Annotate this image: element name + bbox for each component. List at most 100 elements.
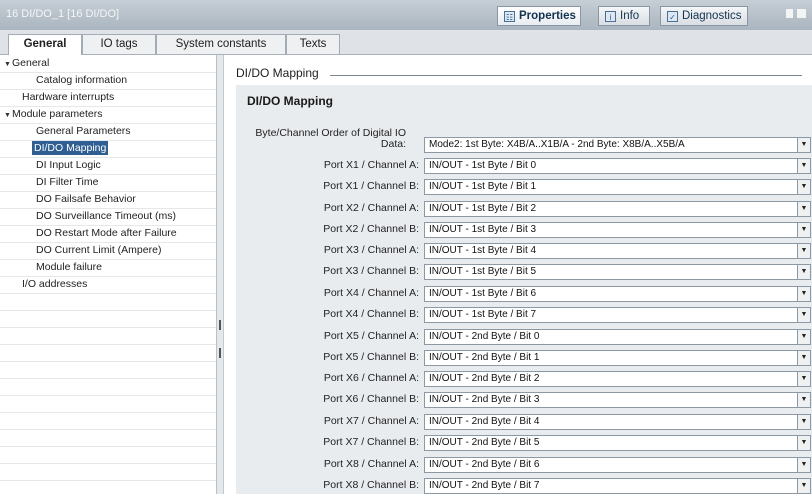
- port-x4-a-select[interactable]: IN/OUT - 1st Byte / Bit 6 ▼: [424, 286, 811, 302]
- port-label: Port X2 / Channel B:: [323, 223, 419, 235]
- chevron-down-icon[interactable]: ▼: [797, 479, 810, 493]
- port-value: IN/OUT - 1st Byte / Bit 2: [429, 203, 537, 214]
- nav-item-module-failure[interactable]: Module failure: [34, 260, 104, 274]
- port-x1-a-select[interactable]: IN/OUT - 1st Byte / Bit 0 ▼: [424, 158, 811, 174]
- port-x2-b-select[interactable]: IN/OUT - 1st Byte / Bit 3 ▼: [424, 222, 811, 238]
- port-x8-b-select[interactable]: IN/OUT - 2nd Byte / Bit 7 ▼: [424, 478, 811, 494]
- port-x1-b-select[interactable]: IN/OUT - 1st Byte / Bit 1 ▼: [424, 179, 811, 195]
- navigation-tree: ▼General Catalog information Hardware in…: [0, 55, 217, 494]
- port-label: Port X4 / Channel A:: [323, 287, 419, 299]
- panel-title: DI/DO Mapping: [247, 94, 333, 108]
- tab-io-tags[interactable]: IO tags: [82, 34, 156, 54]
- info-tab[interactable]: i Info: [598, 6, 650, 26]
- port-value: IN/OUT - 2nd Byte / Bit 0: [429, 331, 540, 342]
- expand-arrow-icon[interactable]: ▼: [4, 58, 12, 72]
- port-label: Port X8 / Channel B:: [323, 479, 419, 491]
- chevron-down-icon[interactable]: ▼: [797, 265, 810, 279]
- port-x3-b-select[interactable]: IN/OUT - 1st Byte / Bit 5 ▼: [424, 264, 811, 280]
- port-label: Port X6 / Channel A:: [323, 372, 419, 384]
- port-label: Port X1 / Channel B:: [323, 180, 419, 192]
- port-label: Port X3 / Channel A:: [323, 244, 419, 256]
- port-label: Port X7 / Channel B:: [323, 436, 419, 448]
- chevron-down-icon[interactable]: ▼: [797, 415, 810, 429]
- tab-system-constants[interactable]: System constants: [156, 34, 286, 54]
- port-value: IN/OUT - 1st Byte / Bit 5: [429, 266, 537, 277]
- chevron-down-icon[interactable]: ▼: [797, 458, 810, 472]
- port-label: Port X2 / Channel A:: [323, 202, 419, 214]
- chevron-down-icon[interactable]: ▼: [797, 180, 810, 194]
- nav-item-io-addresses[interactable]: I/O addresses: [20, 277, 89, 291]
- byte-order-value: Mode2: 1st Byte: X4B/A..X1B/A - 2nd Byte…: [429, 139, 685, 150]
- chevron-down-icon[interactable]: ▼: [797, 393, 810, 407]
- nav-row: [0, 174, 216, 192]
- port-x8-a-select[interactable]: IN/OUT - 2nd Byte / Bit 6 ▼: [424, 457, 811, 473]
- nav-item-di-filter-time[interactable]: DI Filter Time: [34, 175, 100, 189]
- tab-texts[interactable]: Texts: [286, 34, 340, 54]
- chevron-down-icon[interactable]: ▼: [797, 436, 810, 450]
- chevron-down-icon[interactable]: ▼: [797, 372, 810, 386]
- port-x5-a-select[interactable]: IN/OUT - 2nd Byte / Bit 0 ▼: [424, 329, 811, 345]
- port-x6-b-select[interactable]: IN/OUT - 2nd Byte / Bit 3 ▼: [424, 392, 811, 408]
- port-label: Port X5 / Channel A:: [323, 330, 419, 342]
- tab-general[interactable]: General: [8, 34, 82, 55]
- port-x6-a-select[interactable]: IN/OUT - 2nd Byte / Bit 2 ▼: [424, 371, 811, 387]
- chevron-down-icon[interactable]: ▼: [797, 202, 810, 216]
- nav-item-do-surveillance-timeout[interactable]: DO Surveillance Timeout (ms): [34, 209, 178, 223]
- port-x2-a-select[interactable]: IN/OUT - 1st Byte / Bit 2 ▼: [424, 201, 811, 217]
- splitter-grip-icon[interactable]: [219, 320, 221, 330]
- nav-row: [0, 395, 216, 413]
- nav-item-di-input-logic[interactable]: DI Input Logic: [34, 158, 103, 172]
- chevron-down-icon[interactable]: ▼: [797, 159, 810, 173]
- nav-item-do-restart-mode[interactable]: DO Restart Mode after Failure: [34, 226, 179, 240]
- port-x3-a-select[interactable]: IN/OUT - 1st Byte / Bit 4 ▼: [424, 243, 811, 259]
- nav-item-do-failsafe-behavior[interactable]: DO Failsafe Behavior: [34, 192, 138, 206]
- properties-tab-label: Properties: [519, 10, 576, 22]
- expand-arrow-icon[interactable]: ▼: [4, 109, 12, 123]
- port-x7-a-select[interactable]: IN/OUT - 2nd Byte / Bit 4 ▼: [424, 414, 811, 430]
- diagnostics-tab[interactable]: ✓ Diagnostics: [660, 6, 748, 26]
- section-divider: [330, 75, 802, 76]
- port-x4-b-select[interactable]: IN/OUT - 1st Byte / Bit 7 ▼: [424, 307, 811, 323]
- port-value: IN/OUT - 2nd Byte / Bit 6: [429, 459, 540, 470]
- diagnostics-tab-label: Diagnostics: [682, 10, 742, 22]
- nav-item-module-parameters[interactable]: ▼Module parameters: [2, 107, 104, 121]
- layout-icon[interactable]: [797, 9, 806, 18]
- port-value: IN/OUT - 1st Byte / Bit 0: [429, 160, 537, 171]
- nav-item-general[interactable]: ▼General: [2, 56, 51, 70]
- chevron-down-icon[interactable]: ▼: [797, 223, 810, 237]
- port-value: IN/OUT - 1st Byte / Bit 1: [429, 181, 537, 192]
- nav-item-do-current-limit[interactable]: DO Current Limit (Ampere): [34, 243, 163, 257]
- nav-item-di-do-mapping[interactable]: DI/DO Mapping: [32, 141, 109, 155]
- byte-order-select[interactable]: Mode2: 1st Byte: X4B/A..X1B/A - 2nd Byte…: [424, 137, 811, 153]
- info-icon: i: [605, 10, 616, 22]
- nav-item-general-parameters[interactable]: General Parameters: [34, 124, 133, 138]
- port-label: Port X1 / Channel A:: [323, 159, 419, 171]
- chevron-down-icon[interactable]: ▼: [797, 244, 810, 258]
- properties-content: DI/DO Mapping DI/DO Mapping Byte/Channel…: [224, 55, 812, 494]
- chevron-down-icon[interactable]: ▼: [797, 138, 810, 152]
- port-value: IN/OUT - 2nd Byte / Bit 5: [429, 437, 540, 448]
- pin-icon[interactable]: [786, 9, 793, 18]
- nav-item-catalog-information[interactable]: Catalog information: [34, 73, 129, 87]
- splitter-grip-icon[interactable]: [219, 348, 221, 358]
- info-tab-label: Info: [620, 10, 640, 22]
- nav-row: [0, 378, 216, 396]
- properties-icon: ☷: [504, 10, 515, 22]
- tab-strip: General IO tags System constants Texts: [0, 30, 812, 55]
- chevron-down-icon[interactable]: ▼: [797, 308, 810, 322]
- order-label-line2: Data:: [380, 138, 406, 150]
- port-value: IN/OUT - 2nd Byte / Bit 4: [429, 416, 540, 427]
- pane-splitter[interactable]: [217, 55, 224, 494]
- chevron-down-icon[interactable]: ▼: [797, 330, 810, 344]
- properties-tab[interactable]: ☷ Properties: [497, 6, 581, 26]
- port-label: Port X7 / Channel A:: [323, 415, 419, 427]
- port-label: Port X6 / Channel B:: [323, 393, 419, 405]
- port-value: IN/OUT - 1st Byte / Bit 6: [429, 288, 537, 299]
- port-x5-b-select[interactable]: IN/OUT - 2nd Byte / Bit 1 ▼: [424, 350, 811, 366]
- chevron-down-icon[interactable]: ▼: [797, 351, 810, 365]
- port-x7-b-select[interactable]: IN/OUT - 2nd Byte / Bit 5 ▼: [424, 435, 811, 451]
- chevron-down-icon[interactable]: ▼: [797, 287, 810, 301]
- port-value: IN/OUT - 2nd Byte / Bit 1: [429, 352, 540, 363]
- nav-item-hardware-interrupts[interactable]: Hardware interrupts: [20, 90, 116, 104]
- port-label: Port X5 / Channel B:: [323, 351, 419, 363]
